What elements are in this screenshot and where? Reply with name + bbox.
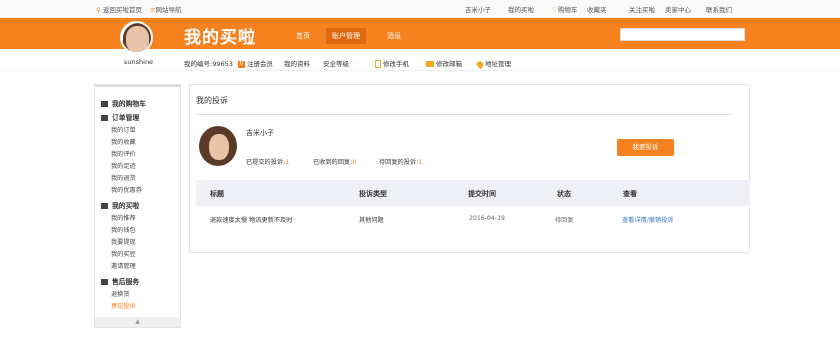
sidebar-section-cart[interactable]: 我的购物车 [101,98,146,108]
new-complaint-button[interactable]: 我要投诉 [617,139,674,156]
favorites-link[interactable]: 收藏夹 [587,4,607,14]
column-title: 标题 [210,190,224,198]
stat-value: 1 [418,159,423,166]
stat-label: 已提交的投诉: [246,159,286,166]
sidebar-item-returns[interactable]: 我的退货 [111,173,136,182]
user-name: 吉米小子 [246,129,274,137]
sidebar-section-title: 我的购物车 [112,100,146,108]
security-stars-icon: · [353,60,356,68]
avatar-face [209,134,229,160]
sidebar-section-orders: 订单管理 [101,112,139,122]
sidebar-item-wallet[interactable]: 我的钱包 [111,225,136,234]
my-buy-link[interactable]: 我的买啦 [508,4,534,14]
brand-logo[interactable]: 我的买啦 [184,23,256,48]
account-id-label: 我的编号: [184,60,213,68]
user-link[interactable]: 吉米小子 [465,4,491,14]
nav-messages[interactable]: 消息 [387,31,401,41]
account-id-value: 99653 [212,60,233,68]
site-nav-label: 网站导航 [155,6,182,14]
account-id: 我的编号:99653 [184,58,233,68]
nav-home[interactable]: 首页 [296,31,310,41]
row-status: 待回复 [555,217,574,224]
cart-link[interactable]: ♡购物车 [552,4,577,14]
top-bar: ⚲ 返回买啦首页 ≡网站导航 吉米小子 我的买啦 ♡购物车 收藏夹 关注买啦 卖… [0,0,840,18]
sidebar-item-complaints[interactable]: 意见投诉 [111,301,136,310]
page-title: 我的投诉 [196,96,228,105]
user-avatar [199,126,237,166]
row-time: 2016-04-19 [469,215,505,222]
phone-label: 修改手机 [383,60,409,68]
security-level: 安全等级: · [323,58,355,68]
sidebar-item-withdraw[interactable]: 我要提现 [111,237,136,246]
sidebar-section-my-buy: 我的买啦 [101,200,139,210]
scroll-up-button[interactable]: ▲ [95,317,180,327]
contact-link[interactable]: 联系我们 [706,4,732,14]
sidebar-section-title: 售后服务 [112,278,140,286]
seller-link[interactable]: 卖家中心 [665,4,691,14]
phone-icon [375,60,381,68]
sidebar-item-invites[interactable]: 邀请管理 [111,261,136,270]
search-icon: ⚲ [96,6,101,14]
address-link[interactable]: 地址管理 [475,58,511,69]
row-title: 退款速度太慢 物流更新不及时 [210,217,293,224]
home-link[interactable]: ⚲ 返回买啦首页 [96,4,142,14]
column-time: 提交时间 [468,190,496,198]
stat-pending: 待回复的投诉:1 [379,157,422,166]
view-details-link[interactable]: 查看详情/撤销投诉 [622,215,674,224]
security-label: 安全等级: [323,60,352,68]
sidebar-item-beans[interactable]: 我的买豆 [111,249,136,258]
sidebar: 我的购物车 订单管理 我的订单 我的收藏 我的评价 我的足迹 我的退货 我的优惠… [94,84,181,328]
stat-label: 已收到的回复: [313,159,353,166]
email-label: 修改邮箱 [436,60,462,68]
complaints-panel: 我的投诉 吉米小子 已提交的投诉:1 已收到的回复:0 待回复的投诉:1 我要投… [189,84,750,253]
member-level: V 注册会员 [238,58,273,68]
document-icon [101,115,108,121]
site-nav-link[interactable]: ≡网站导航 [150,4,181,14]
search-input[interactable] [620,28,745,41]
location-icon [475,59,485,69]
nav-account[interactable]: 账户管理 [326,28,366,44]
follow-link[interactable]: 关注买啦 [629,4,655,14]
username: sunshine [124,58,154,66]
column-type: 投诉类型 [359,190,387,198]
sidebar-item-favorites[interactable]: 我的收藏 [111,137,136,146]
vip-badge-icon: V [238,60,245,68]
mail-icon [426,61,434,67]
sidebar-item-recommend[interactable]: 我的推荐 [111,213,136,222]
title-divider [196,114,732,115]
profile-link[interactable]: 我的资料 [284,58,310,68]
sidebar-item-footprints[interactable]: 我的足迹 [111,161,136,170]
stat-label: 待回复的投诉: [379,159,419,166]
sidebar-item-coupons[interactable]: 我的优惠券 [111,185,142,194]
address-label: 地址管理 [485,60,511,68]
home-link-label: 返回买啦首页 [102,6,142,14]
stat-replied: 已收到的回复:0 [313,157,356,166]
email-link[interactable]: 修改邮箱 [426,58,462,68]
cart-label: 购物车 [557,6,578,14]
service-icon [101,279,108,285]
sidebar-section-title: 我的买啦 [112,202,140,210]
sidebar-section-after-sales: 售后服务 [101,276,139,286]
cart-icon [101,101,108,107]
sidebar-item-exchange[interactable]: 退换货 [111,289,130,298]
person-icon [101,203,108,209]
sidebar-item-my-orders[interactable]: 我的订单 [111,125,136,134]
column-status: 状态 [557,190,571,198]
row-type: 其他问题 [359,217,384,224]
stat-submitted: 已提交的投诉:1 [246,157,289,166]
member-label: 注册会员 [247,60,273,68]
column-view: 查看 [623,190,637,198]
stat-value: 1 [285,159,290,166]
sidebar-item-reviews[interactable]: 我的评价 [111,149,136,158]
phone-link[interactable]: 修改手机 [375,58,409,68]
sidebar-section-title: 订单管理 [112,114,140,122]
stat-value: 0 [352,159,357,166]
